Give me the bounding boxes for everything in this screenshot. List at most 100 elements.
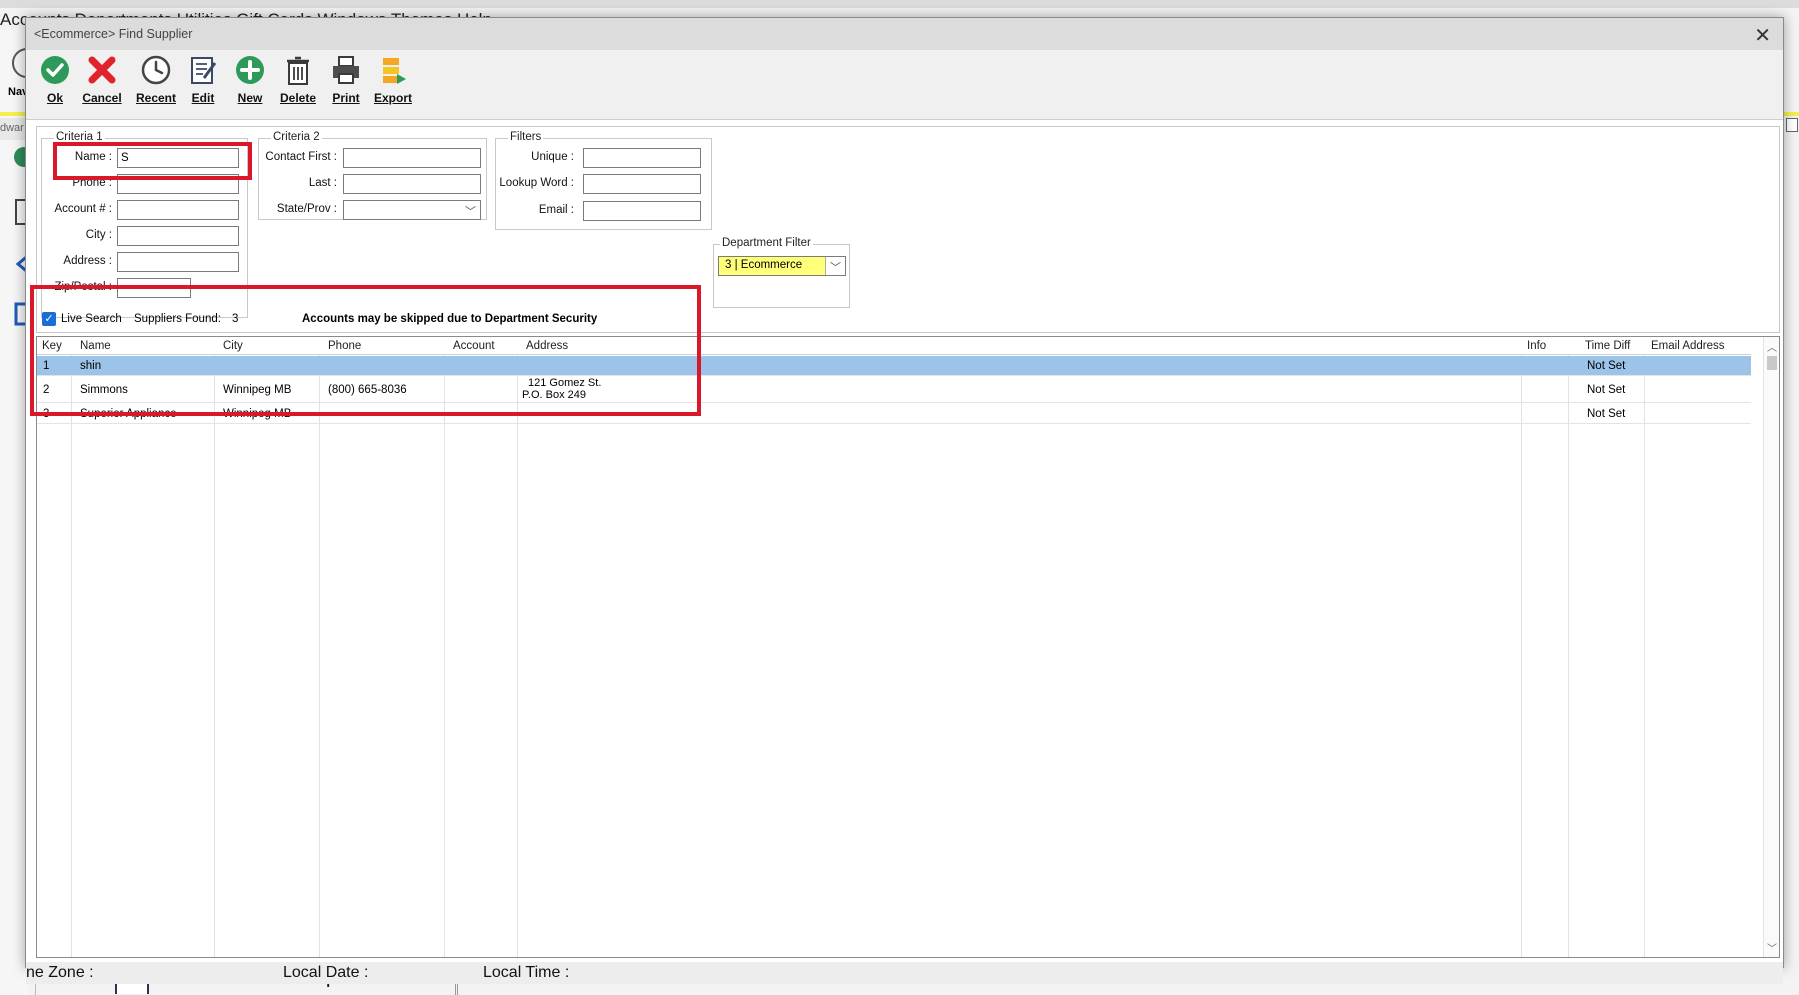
scroll-down-icon[interactable]: ﹀: [1767, 940, 1777, 955]
city-label: City :: [85, 229, 112, 241]
checkmark-icon: [41, 56, 69, 84]
grid-vertical-scrollbar[interactable]: ︿ ﹀: [1763, 337, 1779, 957]
department-security-warning: Accounts may be skipped due to Departmen…: [302, 313, 598, 325]
export-label: Export: [373, 91, 412, 105]
city-input[interactable]: [117, 226, 239, 246]
clock-icon: [141, 55, 171, 85]
column-header-phone[interactable]: Phone: [328, 340, 361, 352]
state-label: State/Prov :: [276, 203, 337, 215]
column-header-account[interactable]: Account: [453, 340, 495, 352]
last-input[interactable]: [343, 174, 481, 194]
suppliers-found-label: Suppliers Found:: [134, 313, 221, 325]
contact-first-input[interactable]: [343, 148, 481, 168]
new-button[interactable]: New: [227, 54, 273, 114]
column-divider: [517, 337, 518, 957]
scroll-up-icon[interactable]: ︿: [1767, 339, 1777, 354]
cell-time-diff: Not Set: [1587, 360, 1626, 372]
table-row[interactable]: 1 shin Not Set: [37, 356, 1751, 376]
criteria-area: Criteria 1 Name : Phone : Account # : Ci…: [36, 126, 1780, 333]
column-divider: [1521, 337, 1522, 957]
column-divider: [1644, 337, 1645, 957]
phone-input[interactable]: [117, 174, 239, 194]
account-row: Account # :: [42, 200, 247, 220]
unique-input[interactable]: [583, 148, 701, 168]
contact-first-row: Contact First :: [259, 148, 487, 168]
column-divider: [214, 337, 215, 957]
column-divider: [1568, 337, 1569, 957]
zip-row: Zip/Postal :: [42, 278, 247, 298]
printer-icon: [333, 56, 359, 84]
column-header-key[interactable]: Key: [42, 340, 62, 352]
delete-button[interactable]: Delete: [275, 54, 321, 114]
cell-key: 2: [43, 384, 50, 396]
print-button[interactable]: Print: [323, 54, 369, 114]
suppliers-found-count: 3: [232, 313, 239, 325]
cancel-label: Cancel: [82, 91, 122, 105]
cell-address-line-2: P.O. Box 249: [522, 389, 587, 401]
print-label: Print: [332, 91, 360, 105]
column-header-email[interactable]: Email Address: [1651, 340, 1725, 352]
background-left-rail: [0, 30, 28, 995]
grid-header: Key Name City Phone Account Address Info…: [37, 337, 1751, 355]
unique-label: Unique :: [531, 151, 574, 163]
live-search-label[interactable]: Live Search: [61, 313, 122, 325]
criteria-1-group: Criteria 1 Name : Phone : Account # : Ci…: [41, 131, 248, 318]
last-label: Last :: [308, 177, 337, 189]
column-header-name[interactable]: Name: [80, 340, 111, 352]
criteria-2-group: Criteria 2 Contact First : Last : State/…: [258, 131, 487, 220]
live-search-checkbox[interactable]: ✓: [42, 312, 56, 326]
recent-button[interactable]: Recent: [133, 54, 179, 114]
export-button[interactable]: Export: [370, 54, 416, 114]
chevron-down-icon: ﹀: [825, 257, 845, 275]
lookup-word-input[interactable]: [583, 174, 701, 194]
phone-label: Phone :: [72, 177, 112, 189]
cancel-button[interactable]: Cancel: [79, 54, 125, 114]
search-status-bar: ✓ Live Search Suppliers Found: 3 Account…: [36, 308, 696, 332]
name-row: Name :: [42, 148, 247, 168]
unique-row: Unique :: [496, 148, 711, 168]
dialog-title: <Ecommerce> Find Supplier: [34, 27, 193, 41]
filters-title: Filters: [508, 131, 544, 143]
ok-button[interactable]: Ok: [32, 54, 78, 114]
cell-key: 3: [43, 408, 50, 420]
find-supplier-dialog: <Ecommerce> Find Supplier ✕ Ok Cancel Re…: [25, 17, 1784, 984]
address-input[interactable]: [117, 252, 239, 272]
delete-label: Delete: [279, 91, 317, 105]
table-row[interactable]: 3 Superior Appliance Winnipeg MB Not Set: [37, 404, 1751, 424]
column-header-info[interactable]: Info: [1527, 340, 1546, 352]
filters-group: Filters Unique : Lookup Word : Email :: [495, 131, 712, 230]
background-side-text: dwar: [0, 118, 28, 140]
cell-name: Superior Appliance: [80, 408, 177, 420]
close-button[interactable]: ✕: [1754, 23, 1771, 48]
zip-input[interactable]: [117, 278, 191, 298]
local-time-label: Local Time :: [483, 964, 570, 981]
column-header-address[interactable]: Address: [526, 340, 568, 352]
background-restore-button[interactable]: [1786, 118, 1798, 132]
phone-row: Phone :: [42, 174, 247, 194]
last-row: Last :: [259, 174, 487, 194]
cell-key: 1: [43, 360, 50, 372]
cell-city: Winnipeg MB: [223, 408, 292, 420]
column-header-city[interactable]: City: [223, 340, 243, 352]
name-label: Name :: [74, 151, 112, 163]
cell-phone: (800) 665-8036: [328, 384, 407, 396]
background-top-bar: [0, 0, 1799, 8]
email-input[interactable]: [583, 201, 701, 221]
name-input[interactable]: [117, 148, 239, 168]
dialog-titlebar: <Ecommerce> Find Supplier ✕: [26, 18, 1783, 50]
department-filter-select[interactable]: 3 | Ecommerce ﹀: [718, 256, 846, 276]
scroll-thumb[interactable]: [1767, 356, 1777, 370]
edit-label: Edit: [191, 91, 215, 105]
toolbar: Ok Cancel Recent Edit New Delete Print E…: [26, 50, 1783, 120]
export-icon: [383, 58, 406, 84]
edit-button[interactable]: Edit: [180, 54, 226, 114]
account-input[interactable]: [117, 200, 239, 220]
department-filter-title: Department Filter: [720, 237, 813, 249]
table-row[interactable]: 2 Simmons Winnipeg MB (800) 665-8036 121…: [37, 377, 1751, 403]
cell-name: Simmons: [80, 384, 128, 396]
department-filter-group: Department Filter 3 | Ecommerce ﹀: [713, 237, 850, 308]
state-select[interactable]: ﹀: [343, 200, 481, 220]
column-header-time-diff[interactable]: Time Diff: [1585, 340, 1630, 352]
ok-label: Ok: [46, 91, 63, 105]
local-date-label: Local Date :: [283, 964, 369, 981]
